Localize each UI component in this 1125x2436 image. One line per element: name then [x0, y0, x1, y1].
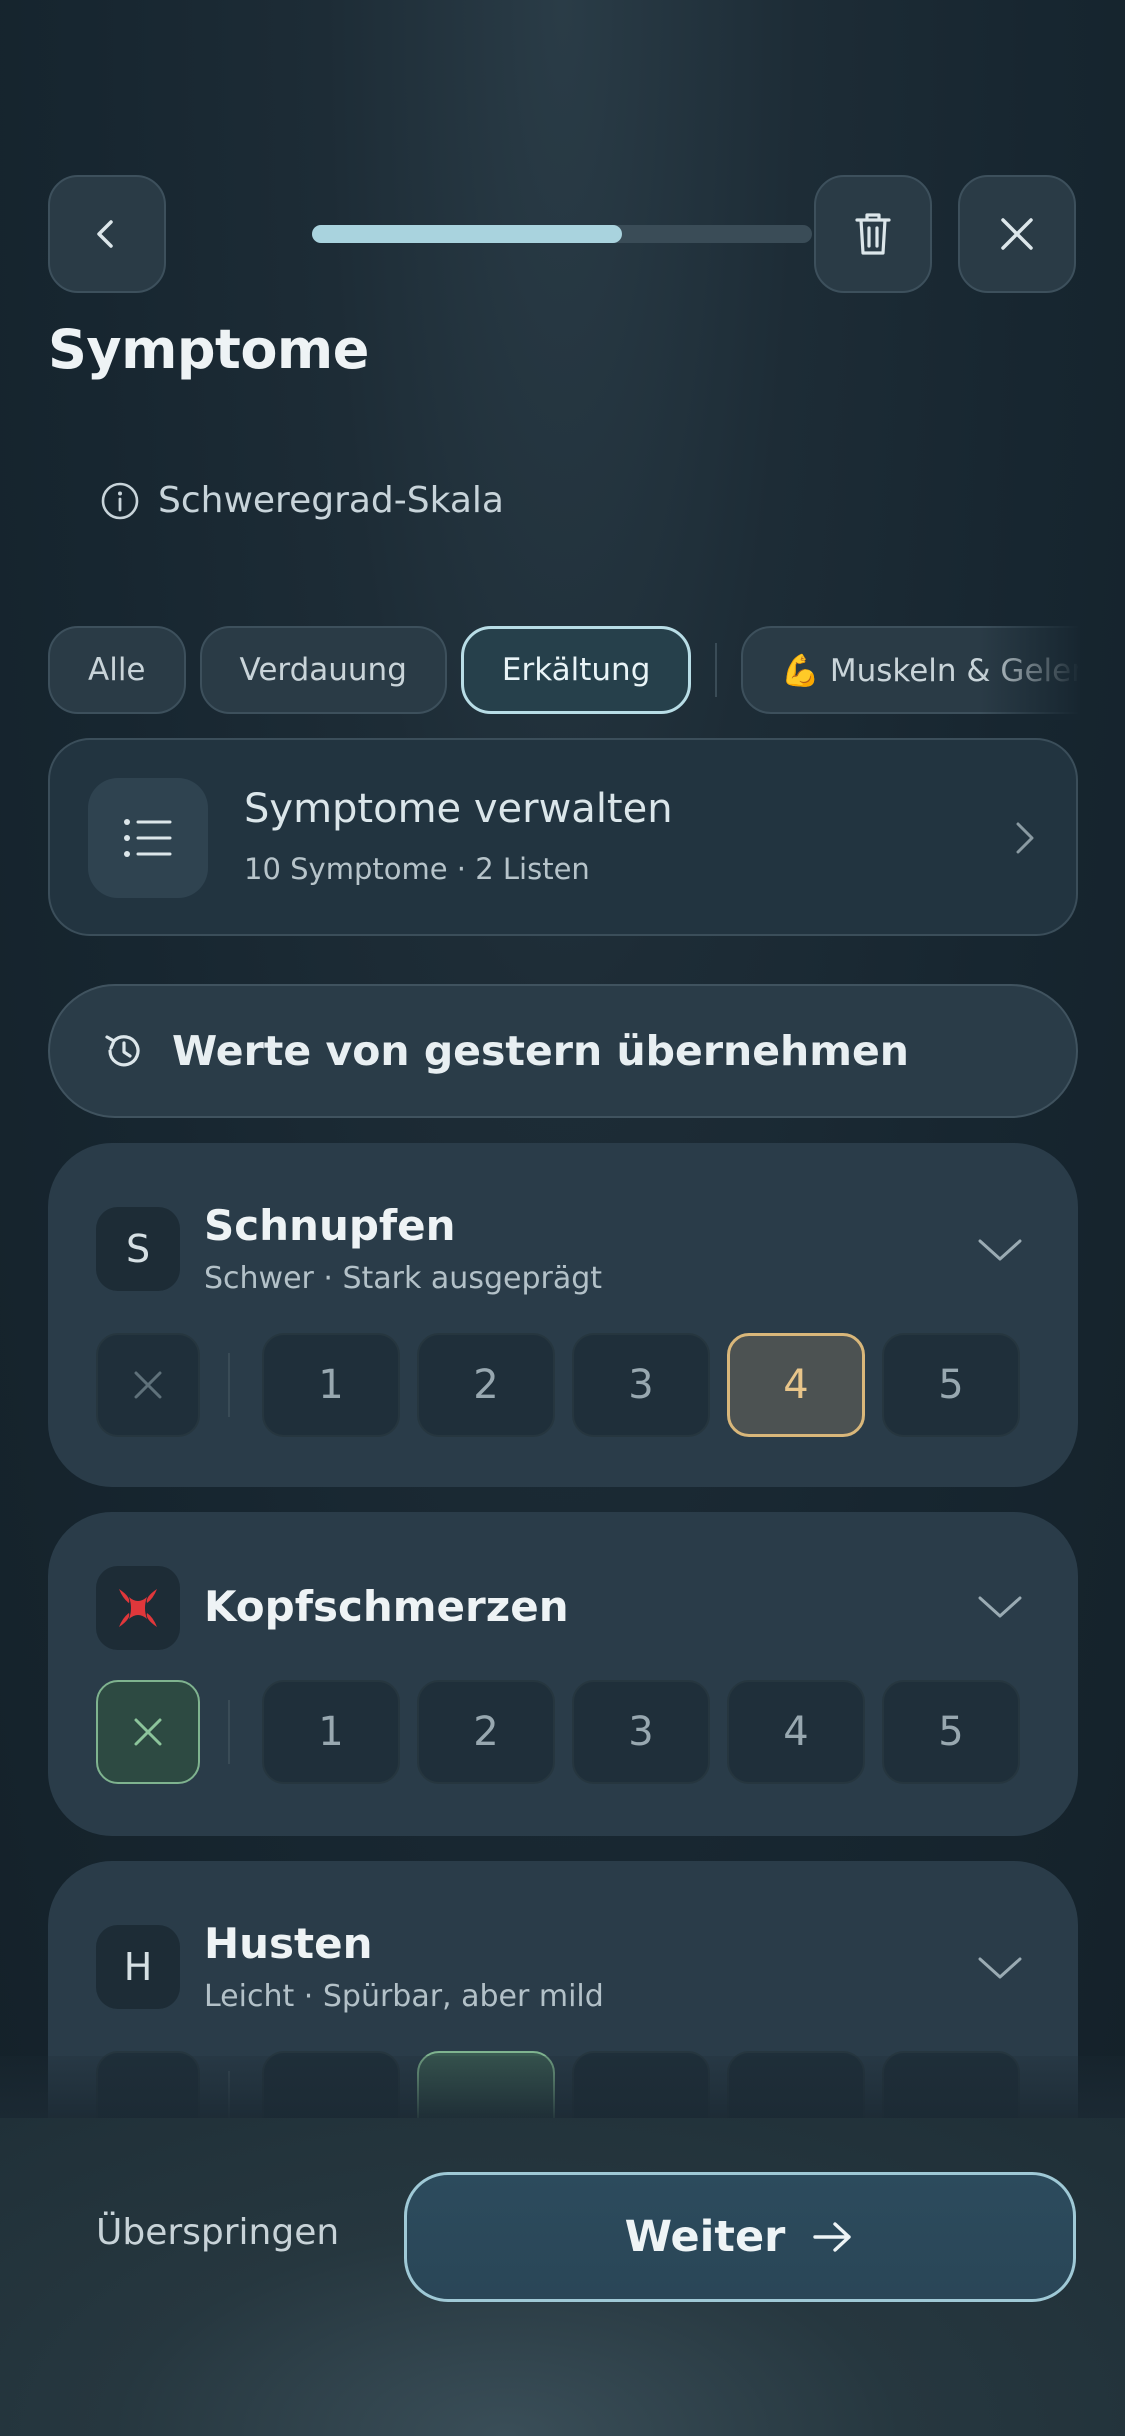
- chip-alle[interactable]: Alle: [48, 626, 186, 714]
- severity-5-button[interactable]: 5: [882, 1680, 1020, 1784]
- chevron-left-icon: [97, 220, 113, 248]
- info-icon: [101, 482, 139, 519]
- x-icon: [134, 1371, 162, 1399]
- close-icon: [1001, 218, 1033, 250]
- severity-1-button[interactable]: 1: [262, 1680, 400, 1784]
- chevron-right-icon: [1016, 822, 1034, 854]
- chips-fade: [980, 620, 1080, 720]
- manage-title: Symptome verwalten: [244, 786, 673, 832]
- scroll-fade: [0, 2056, 1125, 2118]
- symptom-badge: S: [96, 1207, 180, 1291]
- history-icon: [105, 1035, 140, 1067]
- chip-label: Alle: [88, 652, 146, 688]
- progress-fill: [312, 225, 622, 243]
- manage-subtitle: 10 Symptome · 2 Listen: [244, 852, 590, 886]
- severity-3-button[interactable]: 3: [572, 1680, 710, 1784]
- severity-3-button[interactable]: 3: [572, 1333, 710, 1437]
- next-label: Weiter: [624, 2212, 786, 2262]
- chevron-down-icon[interactable]: [976, 1592, 1024, 1622]
- symptom-badge: H: [96, 1925, 180, 2009]
- symptom-name: Kopfschmerzen: [204, 1582, 569, 1631]
- manage-symptoms-card[interactable]: Symptome verwalten 10 Symptome · 2 Liste…: [48, 738, 1078, 936]
- category-chips: Alle Verdauung Erkältung 💪 Muskeln & Gel…: [48, 624, 1078, 716]
- arrow-right-icon: [813, 2222, 852, 2252]
- symptom-card-schnupfen: S Schnupfen Schwer · Stark ausgeprägt 1 …: [48, 1143, 1078, 1487]
- severity-none-button[interactable]: [96, 1333, 200, 1437]
- symptom-severity-label: Leicht · Spürbar, aber mild: [204, 1979, 604, 2014]
- back-button[interactable]: [48, 175, 166, 293]
- page-title: Symptome: [48, 318, 369, 381]
- chevron-down-icon[interactable]: [976, 1235, 1024, 1265]
- skip-button[interactable]: Überspringen: [96, 2212, 339, 2253]
- severity-4-button[interactable]: 4: [727, 1333, 865, 1437]
- info-label: Schweregrad-Skala: [158, 480, 504, 521]
- severity-2-button[interactable]: 2: [417, 1333, 555, 1437]
- severity-scale-info[interactable]: Schweregrad-Skala: [100, 480, 504, 521]
- symptom-name: Husten: [204, 1919, 373, 1968]
- copy-yesterday-label: Werte von gestern übernehmen: [172, 1027, 909, 1075]
- copy-yesterday-button[interactable]: Werte von gestern übernehmen: [48, 984, 1078, 1118]
- symptom-name: Schnupfen: [204, 1201, 456, 1250]
- symptom-severity-label: Schwer · Stark ausgeprägt: [204, 1261, 603, 1296]
- chip-label: Verdauung: [239, 652, 407, 688]
- severity-scale: 1 2 3 4 5: [96, 1333, 1020, 1437]
- scale-divider: [228, 1353, 230, 1417]
- chevron-down-icon[interactable]: [976, 1953, 1024, 1983]
- severity-2-button[interactable]: 2: [417, 1680, 555, 1784]
- severity-5-button[interactable]: 5: [882, 1333, 1020, 1437]
- anger-symbol-icon: [96, 1566, 180, 1650]
- delete-button[interactable]: [814, 175, 932, 293]
- list-icon: [88, 778, 208, 898]
- close-button[interactable]: [958, 175, 1076, 293]
- chip-verdauung[interactable]: Verdauung: [199, 626, 447, 714]
- chip-divider: [715, 643, 718, 697]
- x-icon: [134, 1718, 162, 1746]
- trash-icon: [855, 213, 891, 255]
- severity-none-button[interactable]: [96, 1680, 200, 1784]
- next-button[interactable]: Weiter: [404, 2172, 1076, 2302]
- severity-1-button[interactable]: 1: [262, 1333, 400, 1437]
- symptom-card-kopfschmerzen: Kopfschmerzen 1 2 3 4 5: [48, 1512, 1078, 1836]
- progress-bar: [312, 225, 812, 243]
- severity-scale: 1 2 3 4 5: [96, 1680, 1020, 1784]
- chip-erkaeltung[interactable]: Erkältung: [460, 626, 692, 714]
- severity-4-button[interactable]: 4: [727, 1680, 865, 1784]
- scale-divider: [228, 1700, 230, 1764]
- chip-label: Erkältung: [501, 652, 651, 688]
